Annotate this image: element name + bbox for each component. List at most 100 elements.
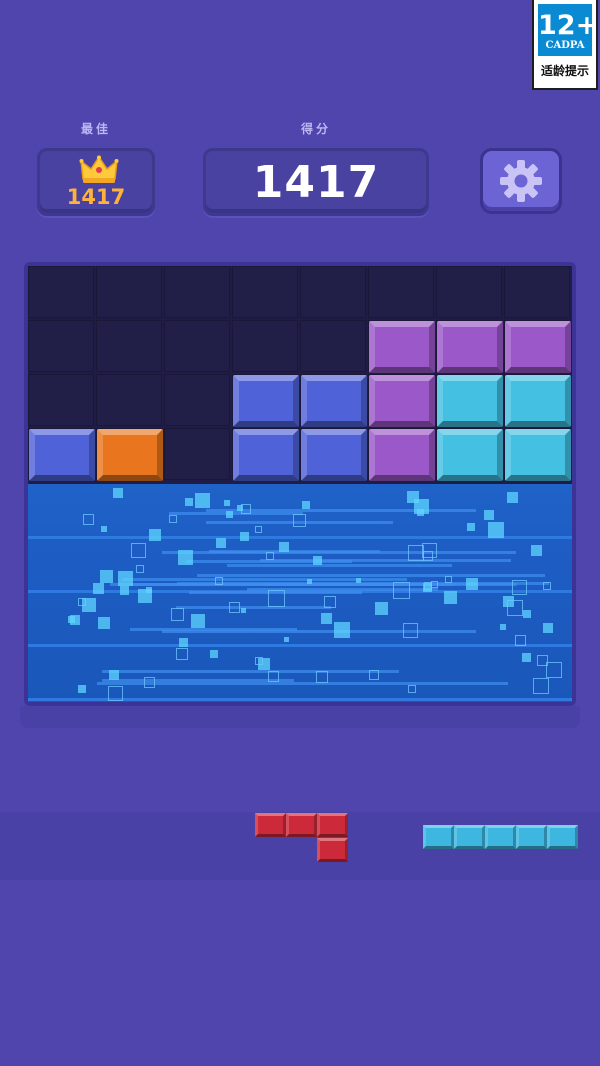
- effect-particle: [543, 623, 553, 633]
- board-cell[interactable]: [96, 374, 162, 426]
- piece-cell: [547, 825, 578, 849]
- effect-streak: [169, 512, 303, 515]
- effect-streak: [260, 559, 511, 562]
- effect-particle: [176, 648, 188, 660]
- cyan-block: [505, 429, 571, 481]
- effect-particle: [171, 608, 184, 621]
- effect-particle: [407, 491, 419, 503]
- effect-particle: [240, 532, 249, 541]
- settings-button[interactable]: [480, 148, 562, 214]
- crown-icon: [79, 155, 119, 183]
- effect-streak: [209, 550, 380, 553]
- effect-particle: [98, 617, 110, 629]
- effect-particle: [444, 591, 457, 604]
- piece-cell: [317, 838, 348, 862]
- blue-block: [233, 375, 299, 427]
- board-cell[interactable]: [28, 266, 94, 318]
- game-screen: 12+ CADPA 适龄提示 最佳 得分 1417 1417: [0, 0, 600, 1066]
- effect-particle: [302, 501, 310, 509]
- effect-particle: [507, 492, 518, 503]
- effect-particle: [512, 580, 527, 595]
- cyan-block: [437, 375, 503, 427]
- effect-streak: [122, 578, 407, 581]
- effect-particle: [523, 610, 531, 618]
- effect-particle: [237, 505, 243, 511]
- effect-particle: [136, 565, 144, 573]
- effect-particle: [109, 670, 119, 680]
- board-cell[interactable]: [96, 320, 162, 372]
- purple-block: [505, 321, 571, 373]
- effect-particle: [241, 608, 246, 613]
- board-cell[interactable]: [300, 266, 366, 318]
- effect-streak: [176, 606, 331, 609]
- effect-particle: [369, 670, 379, 680]
- effect-particle: [191, 614, 205, 628]
- board-cell[interactable]: [368, 266, 434, 318]
- effect-streak: [97, 682, 508, 685]
- score-label: 得分: [300, 122, 331, 136]
- effect-particle: [120, 586, 129, 595]
- piece-cell: [255, 813, 286, 837]
- effect-particle: [324, 596, 336, 608]
- effect-particle: [216, 538, 226, 548]
- cyan-block: [437, 429, 503, 481]
- effect-particle: [423, 551, 433, 561]
- effect-particle: [268, 671, 279, 682]
- age-rating-org: CADPA: [545, 40, 585, 51]
- board-cell[interactable]: [164, 320, 230, 372]
- best-label: 最佳: [80, 122, 111, 136]
- effect-streak: [102, 679, 294, 682]
- effect-particle: [100, 570, 113, 583]
- board-cell[interactable]: [232, 320, 298, 372]
- effect-particle: [224, 500, 230, 506]
- effect-particle: [546, 662, 562, 678]
- board-base: [20, 706, 580, 728]
- effect-streak: [177, 582, 549, 585]
- effect-particle: [113, 488, 123, 498]
- effect-particle: [210, 650, 218, 658]
- effect-particle: [507, 600, 523, 616]
- clearing-row-divider: [28, 644, 572, 647]
- board-cell[interactable]: [504, 266, 570, 318]
- effect-particle: [255, 526, 262, 533]
- piece-cell: [454, 825, 485, 849]
- board-cell[interactable]: [28, 320, 94, 372]
- effect-particle: [307, 579, 312, 584]
- effect-particle: [144, 677, 155, 688]
- effect-particle: [393, 582, 410, 599]
- effect-particle: [543, 582, 551, 590]
- board-cell[interactable]: [164, 266, 230, 318]
- effect-particle: [531, 545, 542, 556]
- effect-particle: [82, 598, 96, 612]
- effect-particle: [522, 653, 531, 662]
- effect-particle: [321, 613, 332, 624]
- effect-particle: [313, 556, 322, 565]
- effect-particle: [488, 522, 504, 538]
- effect-particle: [83, 514, 94, 525]
- board-cell[interactable]: [96, 266, 162, 318]
- purple-block: [369, 429, 435, 481]
- effect-particle: [284, 637, 289, 642]
- effect-streak: [227, 564, 452, 567]
- board-cell[interactable]: [28, 374, 94, 426]
- effect-particle: [356, 578, 361, 583]
- cyan-block: [505, 375, 571, 427]
- effect-particle: [408, 545, 424, 561]
- purple-block: [369, 321, 435, 373]
- age-rating-hint: 适龄提示: [540, 64, 589, 78]
- effect-particle: [78, 685, 86, 693]
- gear-icon: [500, 160, 542, 202]
- effect-particle: [185, 498, 193, 506]
- effect-particle: [417, 509, 424, 516]
- purple-block: [369, 375, 435, 427]
- board-cell[interactable]: [300, 320, 366, 372]
- effect-particle: [467, 523, 475, 531]
- purple-block: [437, 321, 503, 373]
- board-cell[interactable]: [436, 266, 502, 318]
- effect-particle: [533, 678, 549, 694]
- board-cell[interactable]: [164, 374, 230, 426]
- board-cell[interactable]: [232, 266, 298, 318]
- effect-particle: [93, 583, 104, 594]
- board-cell[interactable]: [164, 428, 230, 480]
- effect-particle: [293, 514, 306, 527]
